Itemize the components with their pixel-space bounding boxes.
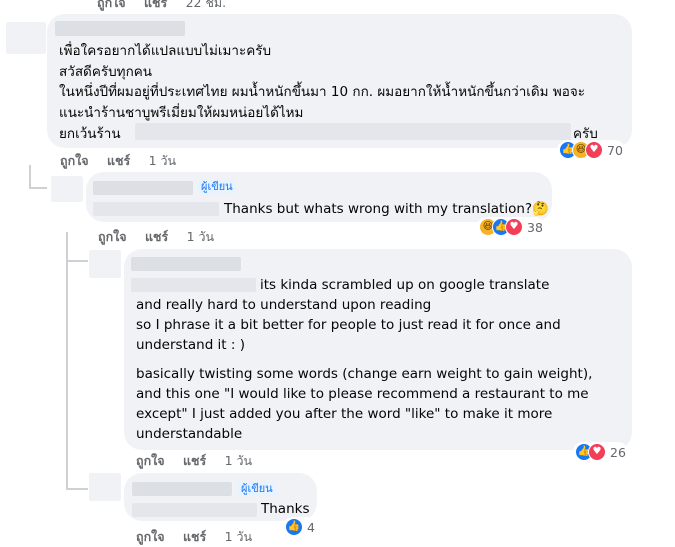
top-action-row: ถูกใจ แชร์ 22 ชม.	[97, 0, 240, 13]
share-link[interactable]: แชร์	[144, 0, 167, 10]
thread-connector	[66, 260, 88, 262]
reaction-count: 26	[610, 444, 626, 460]
comment-line: สวัสดีครับทุกคน	[59, 64, 153, 80]
like-link[interactable]: ถูกใจ	[136, 529, 165, 544]
comment-line: so I phrase it a bit better for people t…	[136, 317, 561, 333]
like-link[interactable]: ถูกใจ	[98, 229, 127, 244]
comment-bubble: its kinda scrambled up on google transla…	[124, 249, 632, 450]
share-link[interactable]: แชร์	[145, 229, 168, 244]
comment-line: แนะนำร้านชาบูพรีเมี่ยมให้ผมหน่อยได้ไหม	[59, 105, 304, 121]
comment-line: เพื่อใครอยากได้แปลแบบไม่เมาะครับ	[59, 43, 272, 59]
reaction-summary[interactable]: 👍 😆 ♥ 70	[557, 140, 625, 160]
comment-line: and this one "I would like to please rec…	[136, 386, 589, 402]
author-badge: ผู้เขียน	[198, 179, 236, 194]
like-link[interactable]: ถูกใจ	[136, 453, 165, 468]
comment-line: and really hard to understand upon readi…	[136, 297, 432, 313]
love-icon: ♥	[588, 443, 606, 461]
comment-line: understand it : )	[136, 337, 245, 353]
comment-line: ยกเว้นร้าน	[59, 126, 121, 142]
author-badge: ผู้เขียน	[238, 481, 276, 496]
author-name[interactable]	[93, 181, 193, 195]
reaction-count: 38	[527, 219, 543, 235]
love-icon: ♥	[585, 141, 603, 159]
avatar[interactable]	[89, 250, 121, 278]
thread-connector	[29, 187, 47, 189]
share-link[interactable]: แชร์	[183, 453, 206, 468]
reaction-summary[interactable]: 👍 ♥ 26	[573, 442, 628, 462]
timestamp[interactable]: 1 วัน	[187, 229, 215, 244]
thread-line	[29, 165, 31, 187]
timestamp[interactable]: 22 ชม.	[186, 0, 227, 10]
comment-bubble: ผู้เขียน Thanks	[124, 473, 317, 521]
comment-actions: ถูกใจ แชร์ 1 วัน	[60, 151, 190, 171]
reaction-summary[interactable]: 👍 4	[283, 517, 317, 537]
share-link[interactable]: แชร์	[107, 153, 130, 168]
comment-actions: ถูกใจ แชร์ 1 วัน	[98, 227, 228, 247]
redacted-text	[135, 123, 571, 140]
reaction-summary[interactable]: 😆 👍 ♥ 38	[477, 217, 545, 237]
avatar[interactable]	[51, 176, 83, 202]
comment-text: Thanks but whats wrong with my translati…	[224, 199, 549, 219]
like-link[interactable]: ถูกใจ	[97, 0, 126, 10]
author-name[interactable]	[132, 482, 232, 496]
comment-line: ในหนึ่งปีที่ผมอยู่ที่ประเทศไทย ผมน้ำหนัก…	[59, 84, 586, 100]
comment-line: except" I just added you after the word …	[136, 406, 553, 422]
comment-line: understandable	[136, 426, 243, 442]
comment-actions: ถูกใจ แชร์ 1 วัน	[136, 527, 266, 547]
avatar[interactable]	[6, 22, 46, 54]
thinking-emoji: 🤔	[532, 201, 549, 217]
timestamp[interactable]: 1 วัน	[225, 529, 253, 544]
share-link[interactable]: แชร์	[183, 529, 206, 544]
like-link[interactable]: ถูกใจ	[60, 153, 89, 168]
comment-bubble: ผู้เขียน Thanks but whats wrong with my …	[86, 172, 552, 222]
timestamp[interactable]: 1 วัน	[225, 453, 253, 468]
redacted-text	[93, 202, 219, 216]
comment-line: basically twisting some words (change ea…	[136, 366, 593, 382]
timestamp[interactable]: 1 วัน	[149, 153, 177, 168]
thread-connector	[66, 488, 88, 490]
author-name[interactable]	[131, 257, 241, 271]
author-name[interactable]	[55, 21, 185, 36]
thread-line	[66, 232, 68, 490]
comment-text: Thanks	[261, 501, 310, 517]
redacted-text	[131, 278, 256, 292]
comment-actions: ถูกใจ แชร์ 1 วัน	[136, 451, 266, 471]
redacted-text	[132, 503, 257, 517]
reaction-count: 4	[307, 519, 315, 535]
love-icon: ♥	[505, 218, 523, 236]
reaction-count: 70	[607, 142, 623, 158]
comment-line: its kinda scrambled up on google transla…	[260, 277, 550, 293]
comment-bubble: เพื่อใครอยากได้แปลแบบไม่เมาะครับ สวัสดีค…	[47, 14, 632, 148]
like-icon: 👍	[285, 518, 303, 536]
comment-text-content: Thanks but whats wrong with my translati…	[224, 201, 533, 217]
avatar[interactable]	[89, 473, 121, 501]
